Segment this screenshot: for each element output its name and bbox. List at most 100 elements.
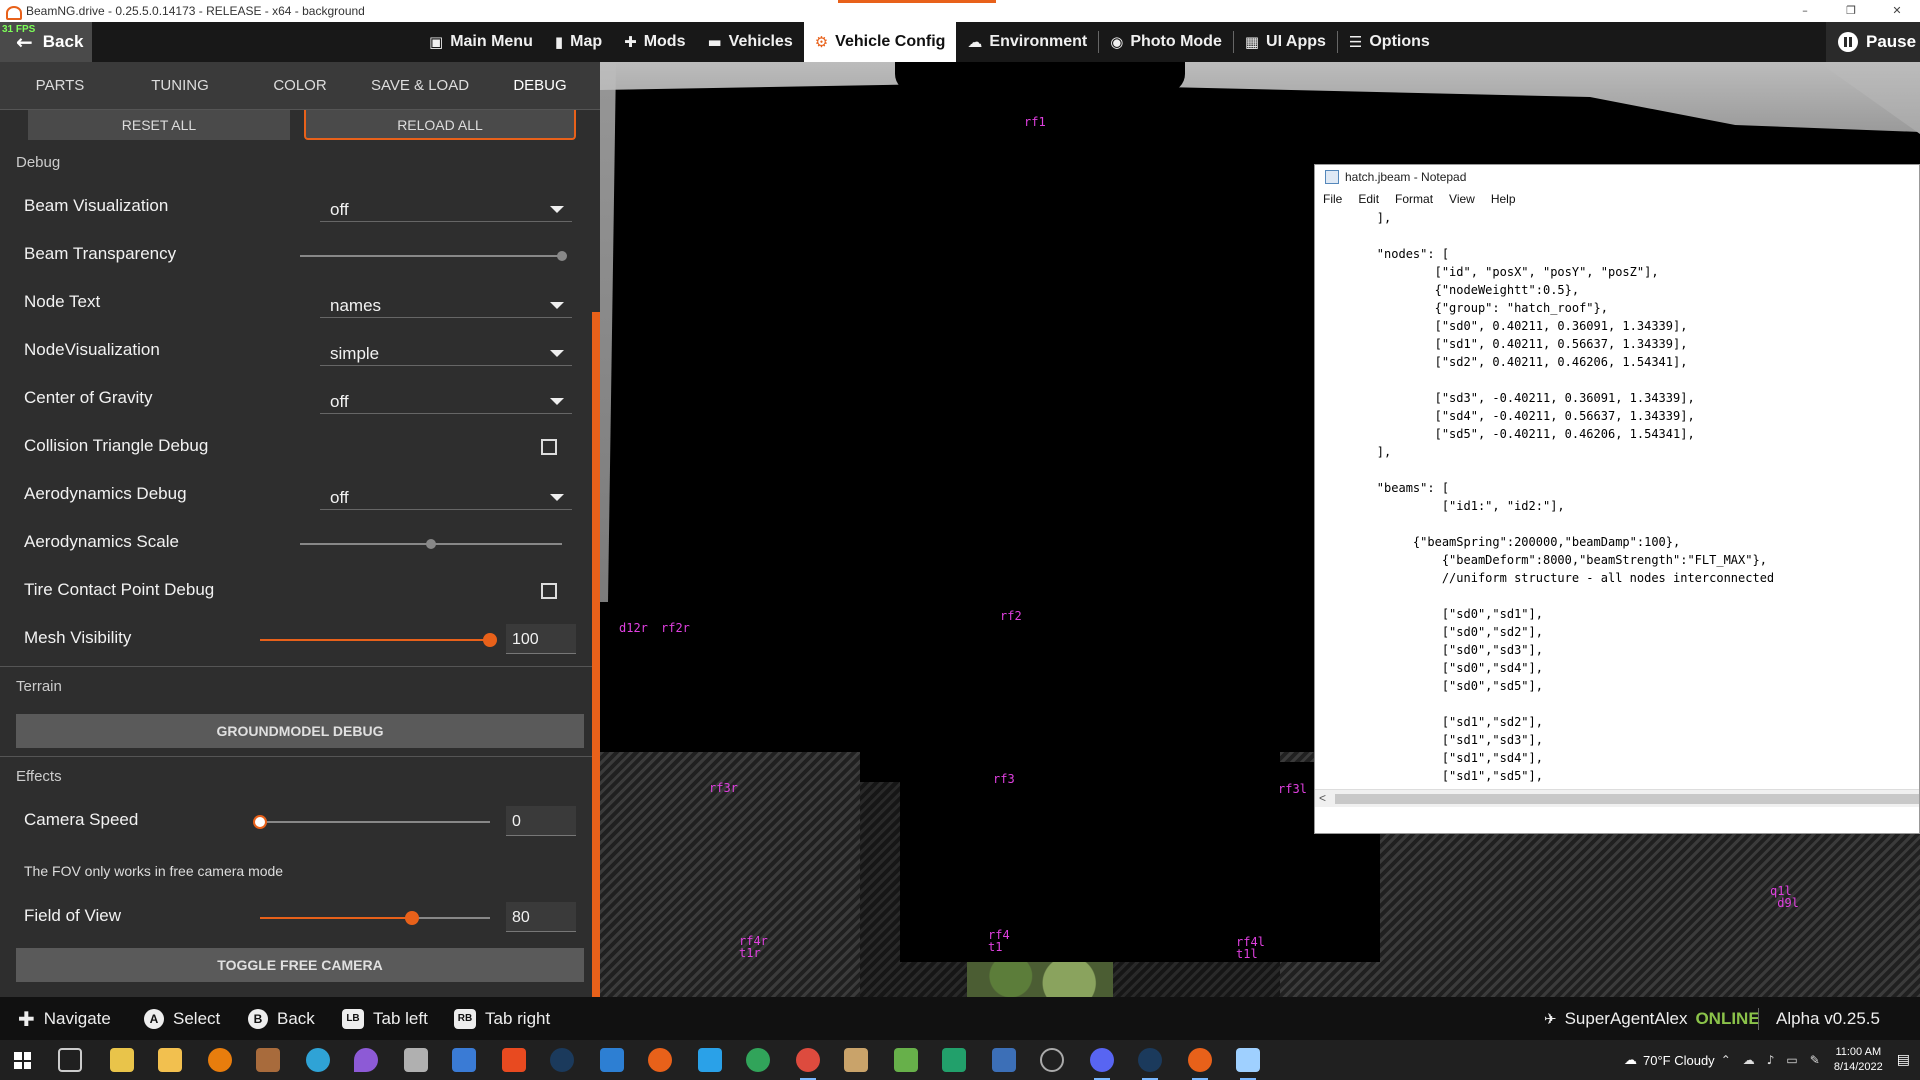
paint-icon[interactable]	[354, 1048, 378, 1072]
app-icon[interactable]	[256, 1048, 280, 1072]
pause-button[interactable]: Pause	[1826, 22, 1920, 62]
hint-navigate[interactable]: ✚ Navigate	[18, 997, 111, 1040]
notepad-menu-edit[interactable]: Edit	[1350, 192, 1387, 206]
mesh-visibility-input[interactable]: 100	[506, 624, 576, 654]
notification-icon[interactable]: ▤	[1897, 1052, 1910, 1068]
menu-environment[interactable]: ☁ Environment	[956, 22, 1098, 62]
speaker-icon[interactable]: ♪	[1767, 1053, 1775, 1067]
dropdown-value: simple	[330, 344, 380, 363]
node-text-dropdown[interactable]: names	[320, 288, 572, 318]
collision-triangle-checkbox[interactable]	[541, 439, 557, 455]
weather-text[interactable]: 70°F Cloudy	[1643, 1053, 1715, 1068]
menu-options[interactable]: ☰ Options	[1338, 22, 1441, 62]
menu-photo-mode[interactable]: ◉ Photo Mode	[1099, 22, 1233, 62]
task-view-icon[interactable]	[58, 1048, 82, 1072]
store-icon[interactable]	[452, 1048, 476, 1072]
sticky-notes-icon[interactable]	[110, 1048, 134, 1072]
slider-thumb[interactable]	[557, 251, 567, 261]
app-icon[interactable]	[844, 1048, 868, 1072]
field-of-view-input[interactable]: 80	[506, 902, 576, 932]
onedrive-icon[interactable]: ☁	[1743, 1053, 1755, 1067]
center-of-gravity-dropdown[interactable]: off	[320, 384, 572, 414]
slider-thumb[interactable]	[404, 911, 419, 925]
notepad-icon[interactable]	[1236, 1048, 1260, 1080]
aero-scale-slider[interactable]	[300, 539, 562, 549]
scrollbar-thumb[interactable]	[1335, 794, 1919, 804]
tab-debug[interactable]: DEBUG	[480, 62, 600, 109]
office-icon[interactable]	[502, 1048, 526, 1072]
aero-debug-dropdown[interactable]: off	[320, 480, 572, 510]
groundmodel-debug-button[interactable]: GROUNDMODEL DEBUG	[16, 714, 584, 748]
menu-vehicle-config[interactable]: ⚙ Vehicle Config	[803, 22, 957, 62]
obs-icon[interactable]	[1040, 1048, 1064, 1072]
network-icon[interactable]: ▭	[1786, 1053, 1797, 1067]
hint-tab-left[interactable]: LB Tab left	[342, 997, 428, 1040]
windows-start-icon[interactable]	[14, 1052, 31, 1069]
beamng-icon[interactable]	[648, 1048, 672, 1072]
slider-thumb[interactable]	[426, 539, 436, 549]
car-icon: ▬	[707, 33, 722, 51]
chrome-icon[interactable]	[796, 1048, 820, 1080]
tab-color[interactable]: COLOR	[240, 62, 360, 109]
beamng-icon[interactable]	[1188, 1048, 1212, 1080]
notepad-text-area[interactable]: ], "nodes": [ ["id", "posX", "posY", "po…	[1315, 209, 1920, 789]
scroll-left-icon[interactable]: <	[1319, 791, 1326, 805]
notepad-horizontal-scrollbar[interactable]: <	[1315, 789, 1919, 807]
slider-thumb[interactable]	[253, 815, 267, 829]
hint-select[interactable]: A Select	[144, 997, 220, 1040]
notepad-menu-format[interactable]: Format	[1387, 192, 1441, 206]
maximize-button[interactable]: ❐	[1828, 0, 1874, 22]
toggle-free-camera-button[interactable]: TOGGLE FREE CAMERA	[16, 948, 584, 982]
hint-back[interactable]: B Back	[248, 997, 315, 1040]
close-button[interactable]: ✕	[1874, 0, 1920, 22]
mesh-visibility-slider[interactable]	[260, 633, 497, 647]
tire-contact-checkbox[interactable]	[541, 583, 557, 599]
app-icon[interactable]	[942, 1048, 966, 1072]
notepad-menu-view[interactable]: View	[1441, 192, 1483, 206]
node-visualization-dropdown[interactable]: simple	[320, 336, 572, 366]
notepad-window[interactable]: hatch.jbeam - Notepad File Edit Format V…	[1314, 164, 1920, 834]
tab-tuning[interactable]: TUNING	[120, 62, 240, 109]
panel-scrollbar[interactable]	[592, 312, 600, 997]
app-icon[interactable]	[992, 1048, 1016, 1072]
menu-vehicles[interactable]: ▬ Vehicles	[696, 22, 803, 62]
hint-tab-right[interactable]: RB Tab right	[454, 997, 550, 1040]
file-explorer-icon[interactable]	[158, 1048, 182, 1072]
steam-icon[interactable]	[1138, 1048, 1162, 1080]
edge-dev-icon[interactable]	[746, 1048, 770, 1072]
beam-transparency-slider[interactable]	[300, 251, 567, 261]
menu-mods[interactable]: ✚ Mods	[613, 22, 696, 62]
reload-all-button[interactable]: RELOAD ALL	[304, 110, 576, 140]
camera-speed-slider[interactable]	[253, 815, 490, 829]
reset-all-button[interactable]: RESET ALL	[28, 110, 290, 140]
pen-icon[interactable]: ✎	[1810, 1053, 1820, 1067]
node-label-rf2: rf2	[1000, 609, 1022, 623]
slider-thumb[interactable]	[483, 633, 497, 647]
hint-label: Back	[277, 1008, 315, 1028]
app-icon[interactable]	[698, 1048, 722, 1072]
chevron-up-icon[interactable]: ⌃	[1721, 1053, 1731, 1067]
notepad-menu-file[interactable]: File	[1315, 192, 1350, 206]
user-status[interactable]: ✈ SuperAgentAlex ONLINE	[1544, 997, 1760, 1040]
controller-hints-bar: ✚ Navigate A Select B Back LB Tab left R…	[0, 997, 1920, 1040]
minimize-button[interactable]: –	[1782, 0, 1828, 22]
blender-icon[interactable]	[208, 1048, 232, 1072]
steam-icon[interactable]	[550, 1048, 574, 1072]
menu-main-menu[interactable]: ▣ Main Menu	[418, 22, 544, 62]
menu-ui-apps[interactable]: ▦ UI Apps	[1234, 22, 1337, 62]
mail-icon[interactable]	[600, 1048, 624, 1072]
notepad-menu-help[interactable]: Help	[1483, 192, 1524, 206]
back-button[interactable]: 31 FPS ← Back	[0, 22, 92, 62]
notepad-content[interactable]: ], "nodes": [ ["id", "posX", "posY", "po…	[1315, 209, 1920, 785]
camera-speed-input[interactable]: 0	[506, 806, 576, 836]
tab-parts[interactable]: PARTS	[0, 62, 120, 109]
menu-map[interactable]: ▮ Map	[544, 22, 613, 62]
app-icon[interactable]	[404, 1048, 428, 1072]
tab-save-load[interactable]: SAVE & LOAD	[360, 62, 480, 109]
beam-visualization-dropdown[interactable]: off	[320, 192, 572, 222]
field-of-view-slider[interactable]	[260, 911, 490, 925]
discord-icon[interactable]	[1090, 1048, 1114, 1080]
minecraft-icon[interactable]	[894, 1048, 918, 1072]
clock[interactable]: 11:00 AM 8/14/2022	[1834, 1045, 1883, 1075]
edge-icon[interactable]	[306, 1048, 330, 1072]
